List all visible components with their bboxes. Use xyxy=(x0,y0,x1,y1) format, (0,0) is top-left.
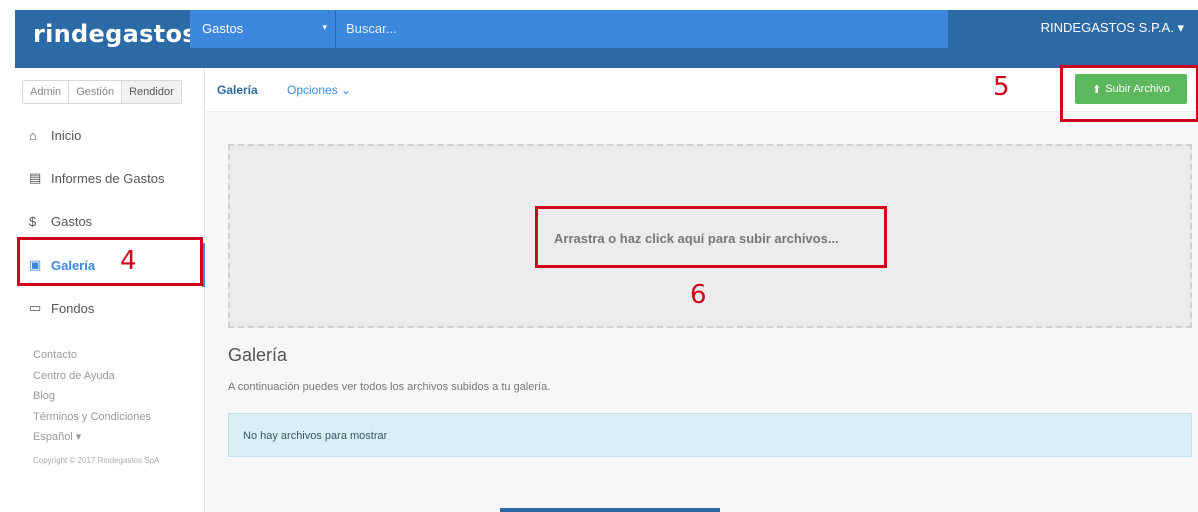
footer-link-ayuda[interactable]: Centro de Ayuda xyxy=(33,366,159,387)
annotation-box-6 xyxy=(535,206,887,268)
tab-opciones[interactable]: Opciones ⌄ xyxy=(287,83,351,97)
search-placeholder: Buscar... xyxy=(346,21,397,36)
page-title: Galería xyxy=(228,345,288,365)
sidebar: Admin Gestión Rendidor ⌂ Inicio ▤ Inform… xyxy=(15,68,205,512)
tab-galeria[interactable]: Galería xyxy=(217,83,258,97)
annotation-number-5: 5 xyxy=(993,72,1010,102)
document-icon: ▤ xyxy=(29,170,42,185)
brand-logo[interactable]: rindegastos xyxy=(33,20,205,48)
search-input[interactable]: Buscar... xyxy=(336,10,948,48)
bottom-button[interactable] xyxy=(500,508,720,512)
company-menu[interactable]: RINDEGASTOS S.P.A. ▾ xyxy=(1041,20,1184,36)
footer-link-contacto[interactable]: Contacto xyxy=(33,345,159,366)
empty-alert-text: No hay archivos para mostrar xyxy=(243,430,388,442)
sidebar-item-informes[interactable]: ▤ Informes de Gastos xyxy=(15,158,205,198)
footer-link-blog[interactable]: Blog xyxy=(33,386,159,407)
company-name: RINDEGASTOS S.P.A. xyxy=(1040,20,1174,35)
sidebar-item-gastos[interactable]: $ Gastos xyxy=(15,201,205,241)
empty-alert: No hay archivos para mostrar xyxy=(228,413,1192,457)
annotation-box-5 xyxy=(1060,65,1198,122)
sidebar-item-label: Inicio xyxy=(51,127,82,143)
footer-link-terminos[interactable]: Términos y Condiciones xyxy=(33,407,159,428)
role-tab-gestion[interactable]: Gestión xyxy=(69,81,123,103)
annotation-number-6: 6 xyxy=(690,280,707,310)
card-icon: ▭ xyxy=(29,300,42,315)
annotation-number-4: 4 xyxy=(120,246,137,276)
dollar-icon: $ xyxy=(29,213,37,229)
copyright: Copyright © 2017 Rindegastos SpA xyxy=(33,455,160,465)
sidebar-footer: Contacto Centro de Ayuda Blog Términos y… xyxy=(33,345,159,471)
category-select-value: Gastos xyxy=(202,21,244,36)
tab-opciones-label: Opciones xyxy=(287,83,338,97)
sidebar-item-inicio[interactable]: ⌂ Inicio xyxy=(15,115,205,155)
language-selector[interactable]: Español ▾ xyxy=(33,427,159,448)
sidebar-item-label: Gastos xyxy=(51,213,93,229)
sidebar-item-fondos[interactable]: ▭ Fondos xyxy=(15,288,205,328)
role-tab-rendidor[interactable]: Rendidor xyxy=(122,81,181,103)
role-tab-admin[interactable]: Admin xyxy=(23,81,70,103)
chevron-down-icon: ⌄ xyxy=(341,83,352,97)
company-caret-icon: ▾ xyxy=(1177,20,1184,35)
sidebar-item-label: Fondos xyxy=(51,300,95,316)
page-description: A continuación puedes ver todos los arch… xyxy=(228,381,551,393)
annotation-box-4 xyxy=(17,237,203,286)
sidebar-item-label: Informes de Gastos xyxy=(51,170,165,186)
role-switcher: Admin Gestión Rendidor xyxy=(22,80,182,104)
category-select[interactable]: Gastos ▾ xyxy=(190,10,335,48)
home-icon: ⌂ xyxy=(29,127,37,143)
sub-navbar: Galería Opciones ⌄ xyxy=(206,68,1198,112)
select-caret-icon: ▾ xyxy=(322,22,327,32)
brand-name: rindegastos xyxy=(33,20,197,48)
